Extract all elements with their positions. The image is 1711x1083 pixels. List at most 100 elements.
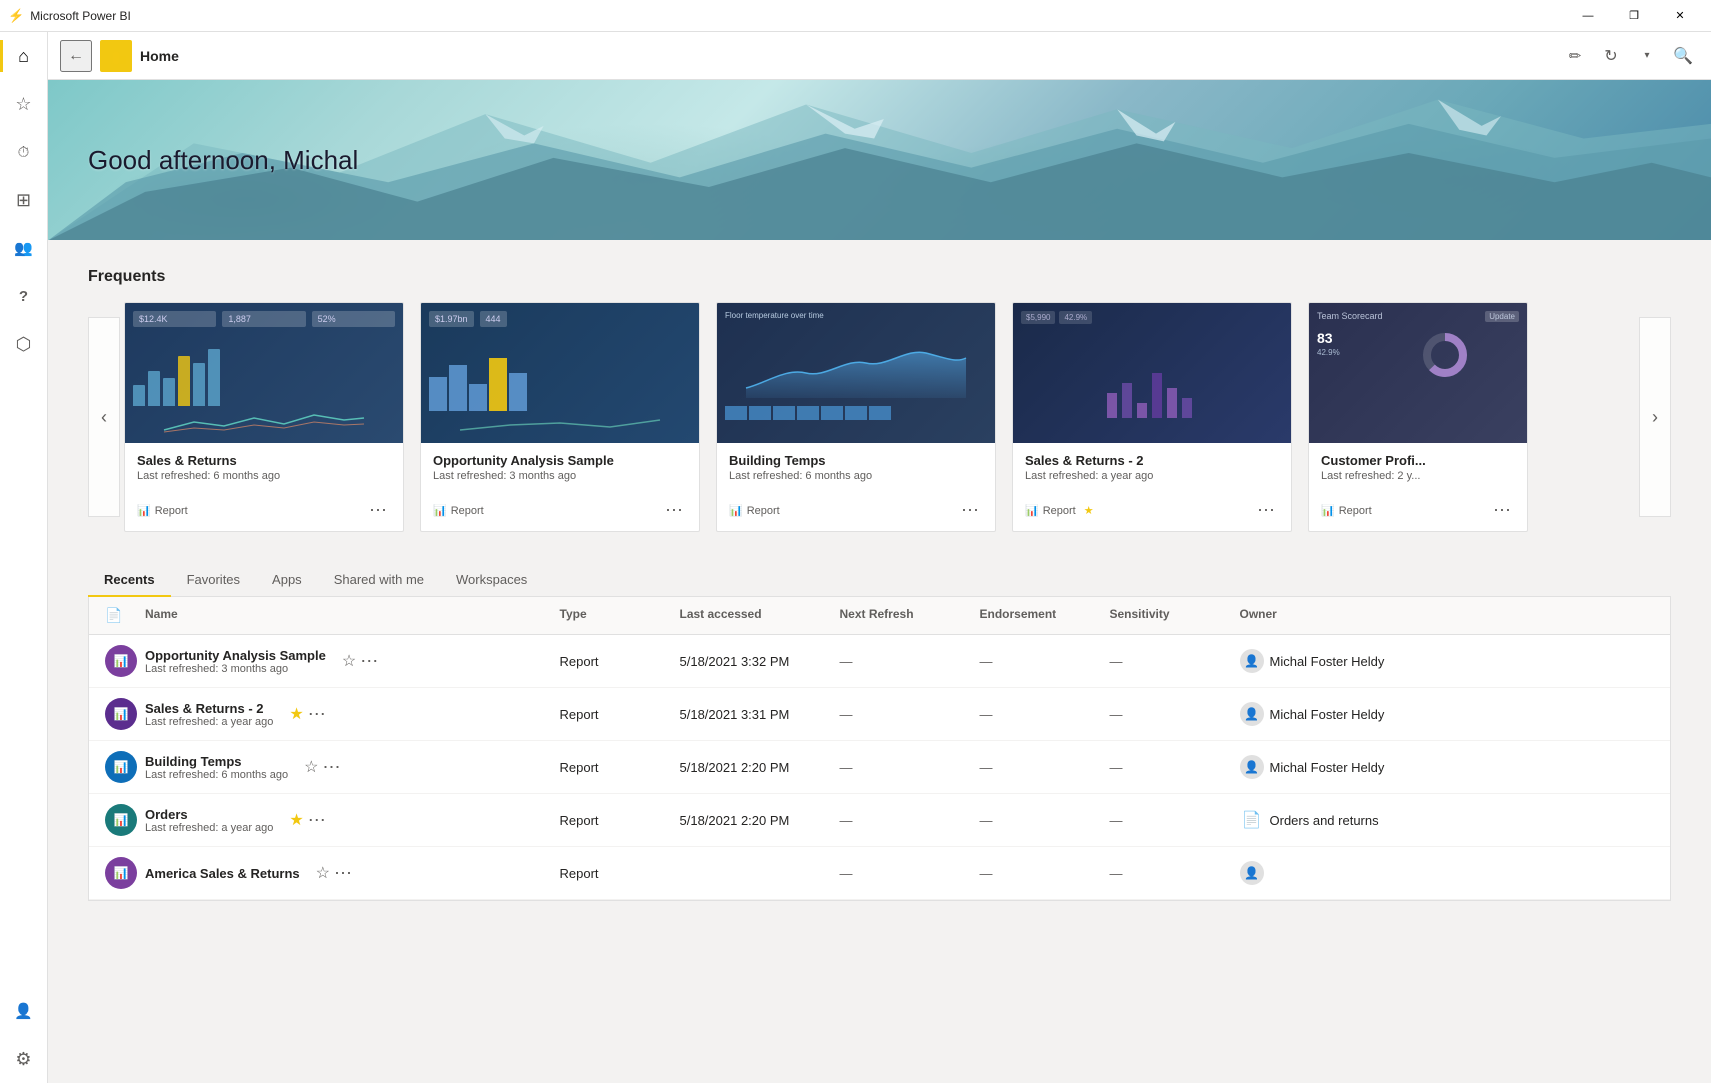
topbar-title: Home <box>140 48 179 64</box>
row-avatar-3: 📊 <box>105 751 137 783</box>
row-name-1: Opportunity Analysis Sample Last refresh… <box>145 648 326 675</box>
b2 <box>749 406 771 420</box>
row-icon-glyph-1: 📊 <box>114 654 129 668</box>
tab-recents[interactable]: Recents <box>88 564 171 597</box>
frequent-card-4[interactable]: $5,990 42.9% <box>1012 302 1292 532</box>
card-footer-5: 📊 Report ⋯ <box>1309 492 1527 531</box>
owner-icon-5: 👤 <box>1244 866 1259 880</box>
edit-icon: ✏ <box>1569 47 1582 65</box>
card-type-3: 📊 Report <box>729 504 780 517</box>
table-row-4[interactable]: 📊 Orders Last refreshed: a year ago ★ <box>89 794 1670 847</box>
frequent-card-2[interactable]: $1.97bn 444 <box>420 302 700 532</box>
bar-chart-4 <box>1102 343 1202 423</box>
owner-name-4: Orders and returns <box>1270 813 1379 828</box>
row-actions-1: ☆ ⋯ <box>342 651 378 672</box>
col-header-type[interactable]: Type <box>560 607 680 624</box>
row-star-1[interactable]: ☆ <box>342 651 356 671</box>
tab-favorites-label: Favorites <box>187 572 240 587</box>
row-more-5[interactable]: ⋯ <box>334 863 352 884</box>
report-icon-2: 📊 <box>433 504 447 517</box>
tab-favorites[interactable]: Favorites <box>171 564 256 597</box>
sidebar-item-home[interactable]: ⌂ <box>0 32 48 80</box>
card-title-3: Building Temps <box>729 453 983 468</box>
card-donut-5 <box>1420 330 1519 383</box>
card-type-5: 📊 Report <box>1321 504 1372 517</box>
row-name-2: Sales & Returns - 2 Last refreshed: a ye… <box>145 701 273 728</box>
table-row-3[interactable]: 📊 Building Temps Last refreshed: 6 month… <box>89 741 1670 794</box>
sidebar-item-recent[interactable]: ⏱ <box>0 128 48 176</box>
close-button[interactable]: ✕ <box>1657 0 1703 32</box>
card-more-button-5[interactable]: ⋯ <box>1489 498 1515 523</box>
bar-7 <box>429 377 447 411</box>
row-star-3[interactable]: ☆ <box>304 757 318 777</box>
file-icon-header: 📄 <box>105 607 122 623</box>
sidebar-item-workspaces[interactable]: ⬡ <box>0 320 48 368</box>
carousel-next-button[interactable]: › <box>1639 317 1671 517</box>
card-type-2: 📊 Report <box>433 504 484 517</box>
sidebar-item-learn[interactable]: ? <box>0 272 48 320</box>
col-header-owner[interactable]: Owner <box>1240 607 1655 624</box>
card-more-button-2[interactable]: ⋯ <box>661 498 687 523</box>
row-more-1[interactable]: ⋯ <box>360 651 378 672</box>
table-row-5[interactable]: 📊 America Sales & Returns ☆ <box>89 847 1670 900</box>
tab-apps[interactable]: Apps <box>256 564 318 597</box>
owner-avatar-1: 👤 <box>1240 649 1264 673</box>
search-button[interactable]: 🔍 <box>1667 40 1699 72</box>
report-icon-1: 📊 <box>137 504 151 517</box>
row-more-4[interactable]: ⋯ <box>308 810 326 831</box>
row-more-3[interactable]: ⋯ <box>322 757 340 778</box>
col-header-endorsement[interactable]: Endorsement <box>980 607 1110 624</box>
sidebar-item-settings[interactable]: ⚙ <box>0 1035 48 1083</box>
row-owner-3: 👤 Michal Foster Heldy <box>1240 755 1655 779</box>
card-more-button-1[interactable]: ⋯ <box>365 498 391 523</box>
sidebar-item-apps[interactable]: ⊞ <box>0 176 48 224</box>
frequent-card-1[interactable]: $12.4K 1,887 52% <box>124 302 404 532</box>
col-header-sensitivity[interactable]: Sensitivity <box>1110 607 1240 624</box>
card-more-button-3[interactable]: ⋯ <box>957 498 983 523</box>
col-header-name[interactable]: Name <box>145 607 560 624</box>
bar-9 <box>469 384 487 411</box>
sidebar-item-favorites[interactable]: ☆ <box>0 80 48 128</box>
tab-workspaces[interactable]: Workspaces <box>440 564 543 597</box>
row-icon-glyph-4: 📊 <box>114 813 129 827</box>
tab-shared[interactable]: Shared with me <box>318 564 440 597</box>
row-more-2[interactable]: ⋯ <box>308 704 326 725</box>
area-chart-3 <box>725 328 987 398</box>
maximize-button[interactable]: ❐ <box>1611 0 1657 32</box>
content-area: Good afternoon, Michal Frequents ‹ <box>48 80 1711 1083</box>
row-icon-glyph-3: 📊 <box>114 760 129 774</box>
row-actions-2: ★ ⋯ <box>289 704 325 725</box>
frequent-card-5[interactable]: Team Scorecard Update 83 42.9% <box>1308 302 1528 532</box>
row-type-4: Report <box>560 813 680 828</box>
metric-2: 1,887 <box>222 311 305 327</box>
sidebar-item-shared[interactable]: 👥 <box>0 224 48 272</box>
row-star-2[interactable]: ★ <box>289 704 303 724</box>
table-row-2[interactable]: 📊 Sales & Returns - 2 Last refreshed: a … <box>89 688 1670 741</box>
bar-4 <box>178 356 190 406</box>
card-footer-2: 📊 Report ⋯ <box>421 492 699 531</box>
back-button[interactable]: ← <box>60 40 92 72</box>
refresh-button[interactable]: ↻ <box>1595 40 1627 72</box>
edit-button[interactable]: ✏ <box>1559 40 1591 72</box>
bar-5 <box>193 363 205 406</box>
refresh-dropdown-button[interactable]: ▾ <box>1631 40 1663 72</box>
sidebar-item-profile[interactable]: 👤 <box>0 987 48 1035</box>
minimize-button[interactable]: — <box>1565 0 1611 32</box>
frequent-card-3[interactable]: Floor temperature over time <box>716 302 996 532</box>
row-icon-1: 📊 <box>105 645 145 677</box>
row-avatar-1: 📊 <box>105 645 137 677</box>
card-more-button-4[interactable]: ⋯ <box>1253 498 1279 523</box>
col-header-next-refresh[interactable]: Next Refresh <box>840 607 980 624</box>
row-star-4[interactable]: ★ <box>289 810 303 830</box>
owner-doc-glyph-4: 📄 <box>1242 810 1262 830</box>
row-name-text-4: Orders <box>145 807 273 822</box>
owner-icon-3: 👤 <box>1244 760 1259 774</box>
row-last-accessed-4: 5/18/2021 2:20 PM <box>680 813 840 828</box>
row-star-5[interactable]: ☆ <box>316 863 330 883</box>
row-last-accessed-3: 5/18/2021 2:20 PM <box>680 760 840 775</box>
col-header-last-accessed[interactable]: Last accessed <box>680 607 840 624</box>
table-row-1[interactable]: 📊 Opportunity Analysis Sample Last refre… <box>89 635 1670 688</box>
carousel-prev-button[interactable]: ‹ <box>88 317 120 517</box>
card-footer-4: 📊 Report ★ ⋯ <box>1013 492 1291 531</box>
row-sensitivity-4: — <box>1110 813 1240 828</box>
